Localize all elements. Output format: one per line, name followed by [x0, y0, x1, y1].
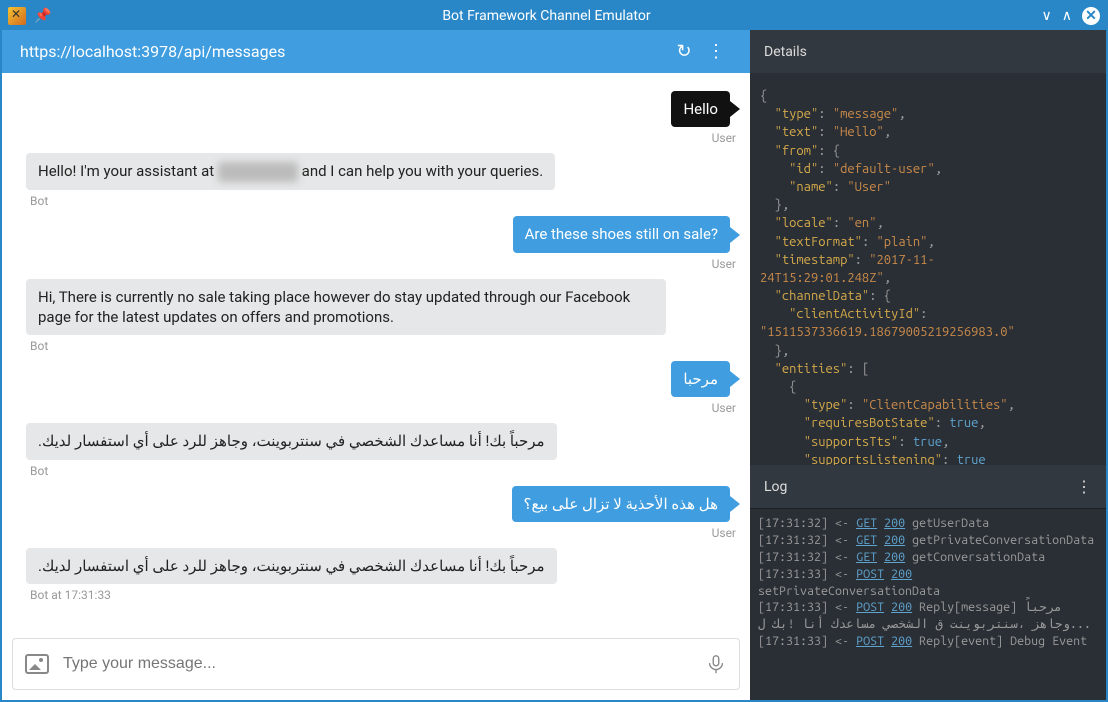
chat-panel: https://localhost:3978/api/messages ↻ ⋮ … [2, 30, 750, 700]
close-button[interactable]: ✕ [1082, 7, 1100, 25]
message-bubble[interactable]: .مرحباً بك! أنا مساعدك الشخصي في سنتربوي… [26, 423, 557, 459]
message-meta: Bot [26, 464, 52, 478]
details-json[interactable]: { "type": "message", "text": "Hello", "f… [750, 73, 1106, 465]
attach-image-button[interactable] [25, 654, 49, 674]
details-header-label: Details [764, 44, 807, 60]
message-bubble[interactable]: Hi, There is currently no sale taking pl… [26, 279, 666, 336]
message-bot: Hi, There is currently no sale taking pl… [26, 279, 740, 354]
bubble-tail-icon [730, 371, 740, 387]
message-bubble[interactable]: Hello! I'm your assistant at XXXXXXX and… [26, 153, 555, 190]
message-meta: Bot at 17:31:33 [26, 588, 115, 602]
message-user: Hello User [26, 91, 740, 145]
bubble-tail-icon [730, 101, 740, 117]
message-user: مرحبا User [26, 361, 740, 415]
message-bot: Hello! I'm your assistant at XXXXXXX and… [26, 153, 740, 208]
log-header-label: Log [764, 479, 787, 495]
bubble-tail-icon [730, 496, 740, 512]
app-window: 📌 Bot Framework Channel Emulator ∨ ∧ ✕ h… [0, 0, 1108, 702]
log-header: Log ⋮ [750, 465, 1106, 508]
message-input[interactable] [63, 655, 705, 673]
message-bubble[interactable]: مرحبا [671, 361, 730, 397]
details-header: Details [750, 30, 1106, 73]
message-bubble[interactable]: Hello [671, 91, 730, 127]
maximize-button[interactable]: ∧ [1062, 8, 1072, 24]
message-meta: User [708, 526, 740, 540]
refresh-button[interactable]: ↻ [668, 41, 700, 62]
window-title: Bot Framework Channel Emulator [51, 8, 1041, 24]
minimize-button[interactable]: ∨ [1042, 8, 1052, 24]
titlebar: 📌 Bot Framework Channel Emulator ∨ ∧ ✕ [2, 2, 1106, 30]
pin-icon[interactable]: 📌 [34, 8, 51, 24]
message-meta: Bot [26, 339, 52, 353]
mic-button[interactable] [705, 652, 727, 676]
message-bubble[interactable]: .مرحباً بك! أنا مساعدك الشخصي في سنتربوي… [26, 548, 557, 584]
message-user: هل هذه الأحذية لا تزال على بيع؟ User [26, 486, 740, 540]
side-panel: Details { "type": "message", "text": "He… [750, 30, 1106, 700]
log-content[interactable]: [17:31:32] <- GET 200 getUserData[17:31:… [750, 508, 1106, 700]
message-text-after: and I can help you with your queries. [298, 162, 543, 180]
bubble-tail-icon [730, 227, 740, 243]
input-bar [12, 638, 740, 690]
message-meta: Bot [26, 194, 52, 208]
message-user: Are these shoes still on sale? User [26, 216, 740, 270]
message-meta: User [708, 401, 740, 415]
log-menu-button[interactable]: ⋮ [1076, 477, 1092, 496]
message-bot: .مرحباً بك! أنا مساعدك الشخصي في سنتربوي… [26, 423, 740, 477]
chat-header: https://localhost:3978/api/messages ↻ ⋮ [2, 30, 750, 73]
app-logo-icon [8, 7, 26, 25]
endpoint-url: https://localhost:3978/api/messages [20, 42, 668, 61]
message-meta: User [708, 257, 740, 271]
redacted-segment: XXXXXXX [218, 162, 298, 182]
message-bubble[interactable]: Are these shoes still on sale? [513, 216, 730, 252]
chat-menu-button[interactable]: ⋮ [700, 41, 732, 62]
message-list: Hello User Hello! I'm your assistant at … [2, 73, 750, 638]
message-bubble[interactable]: هل هذه الأحذية لا تزال على بيع؟ [512, 486, 730, 522]
message-text-before: Hello! I'm your assistant at [38, 162, 218, 180]
message-bot: .مرحباً بك! أنا مساعدك الشخصي في سنتربوي… [26, 548, 740, 602]
message-meta: User [708, 131, 740, 145]
